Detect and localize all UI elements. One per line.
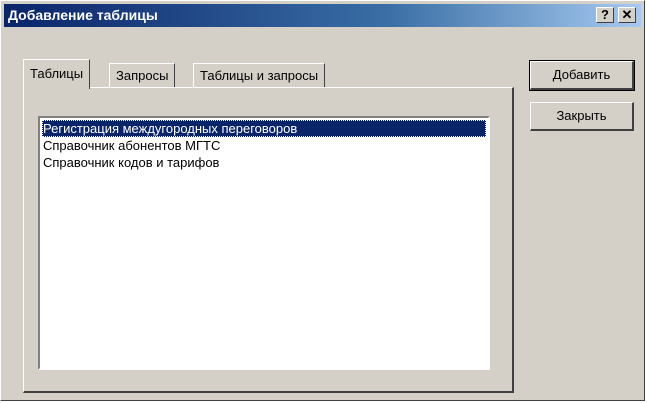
tab-panel: Регистрация междугородных переговоров Сп… [23, 87, 514, 393]
tables-listbox[interactable]: Регистрация междугородных переговоров Сп… [38, 116, 490, 370]
tab-tables-and-queries[interactable]: Таблицы и запросы [193, 63, 326, 87]
add-table-dialog: Добавление таблицы ? ✕ Таблицы Запросы Т… [0, 0, 645, 401]
list-item[interactable]: Справочник абонентов МГТС [42, 137, 486, 154]
add-button[interactable]: Добавить [529, 60, 635, 91]
help-button[interactable]: ? [596, 7, 614, 23]
close-button[interactable]: Закрыть [530, 102, 634, 131]
list-item[interactable]: Справочник кодов и тарифов [42, 154, 486, 171]
tab-tables[interactable]: Таблицы [23, 59, 91, 89]
list-item[interactable]: Регистрация междугородных переговоров [42, 120, 486, 137]
tab-queries[interactable]: Запросы [109, 63, 176, 87]
close-icon[interactable]: ✕ [618, 7, 636, 23]
title-bar[interactable]: Добавление таблицы ? ✕ [4, 4, 641, 27]
window-title: Добавление таблицы [8, 7, 158, 23]
